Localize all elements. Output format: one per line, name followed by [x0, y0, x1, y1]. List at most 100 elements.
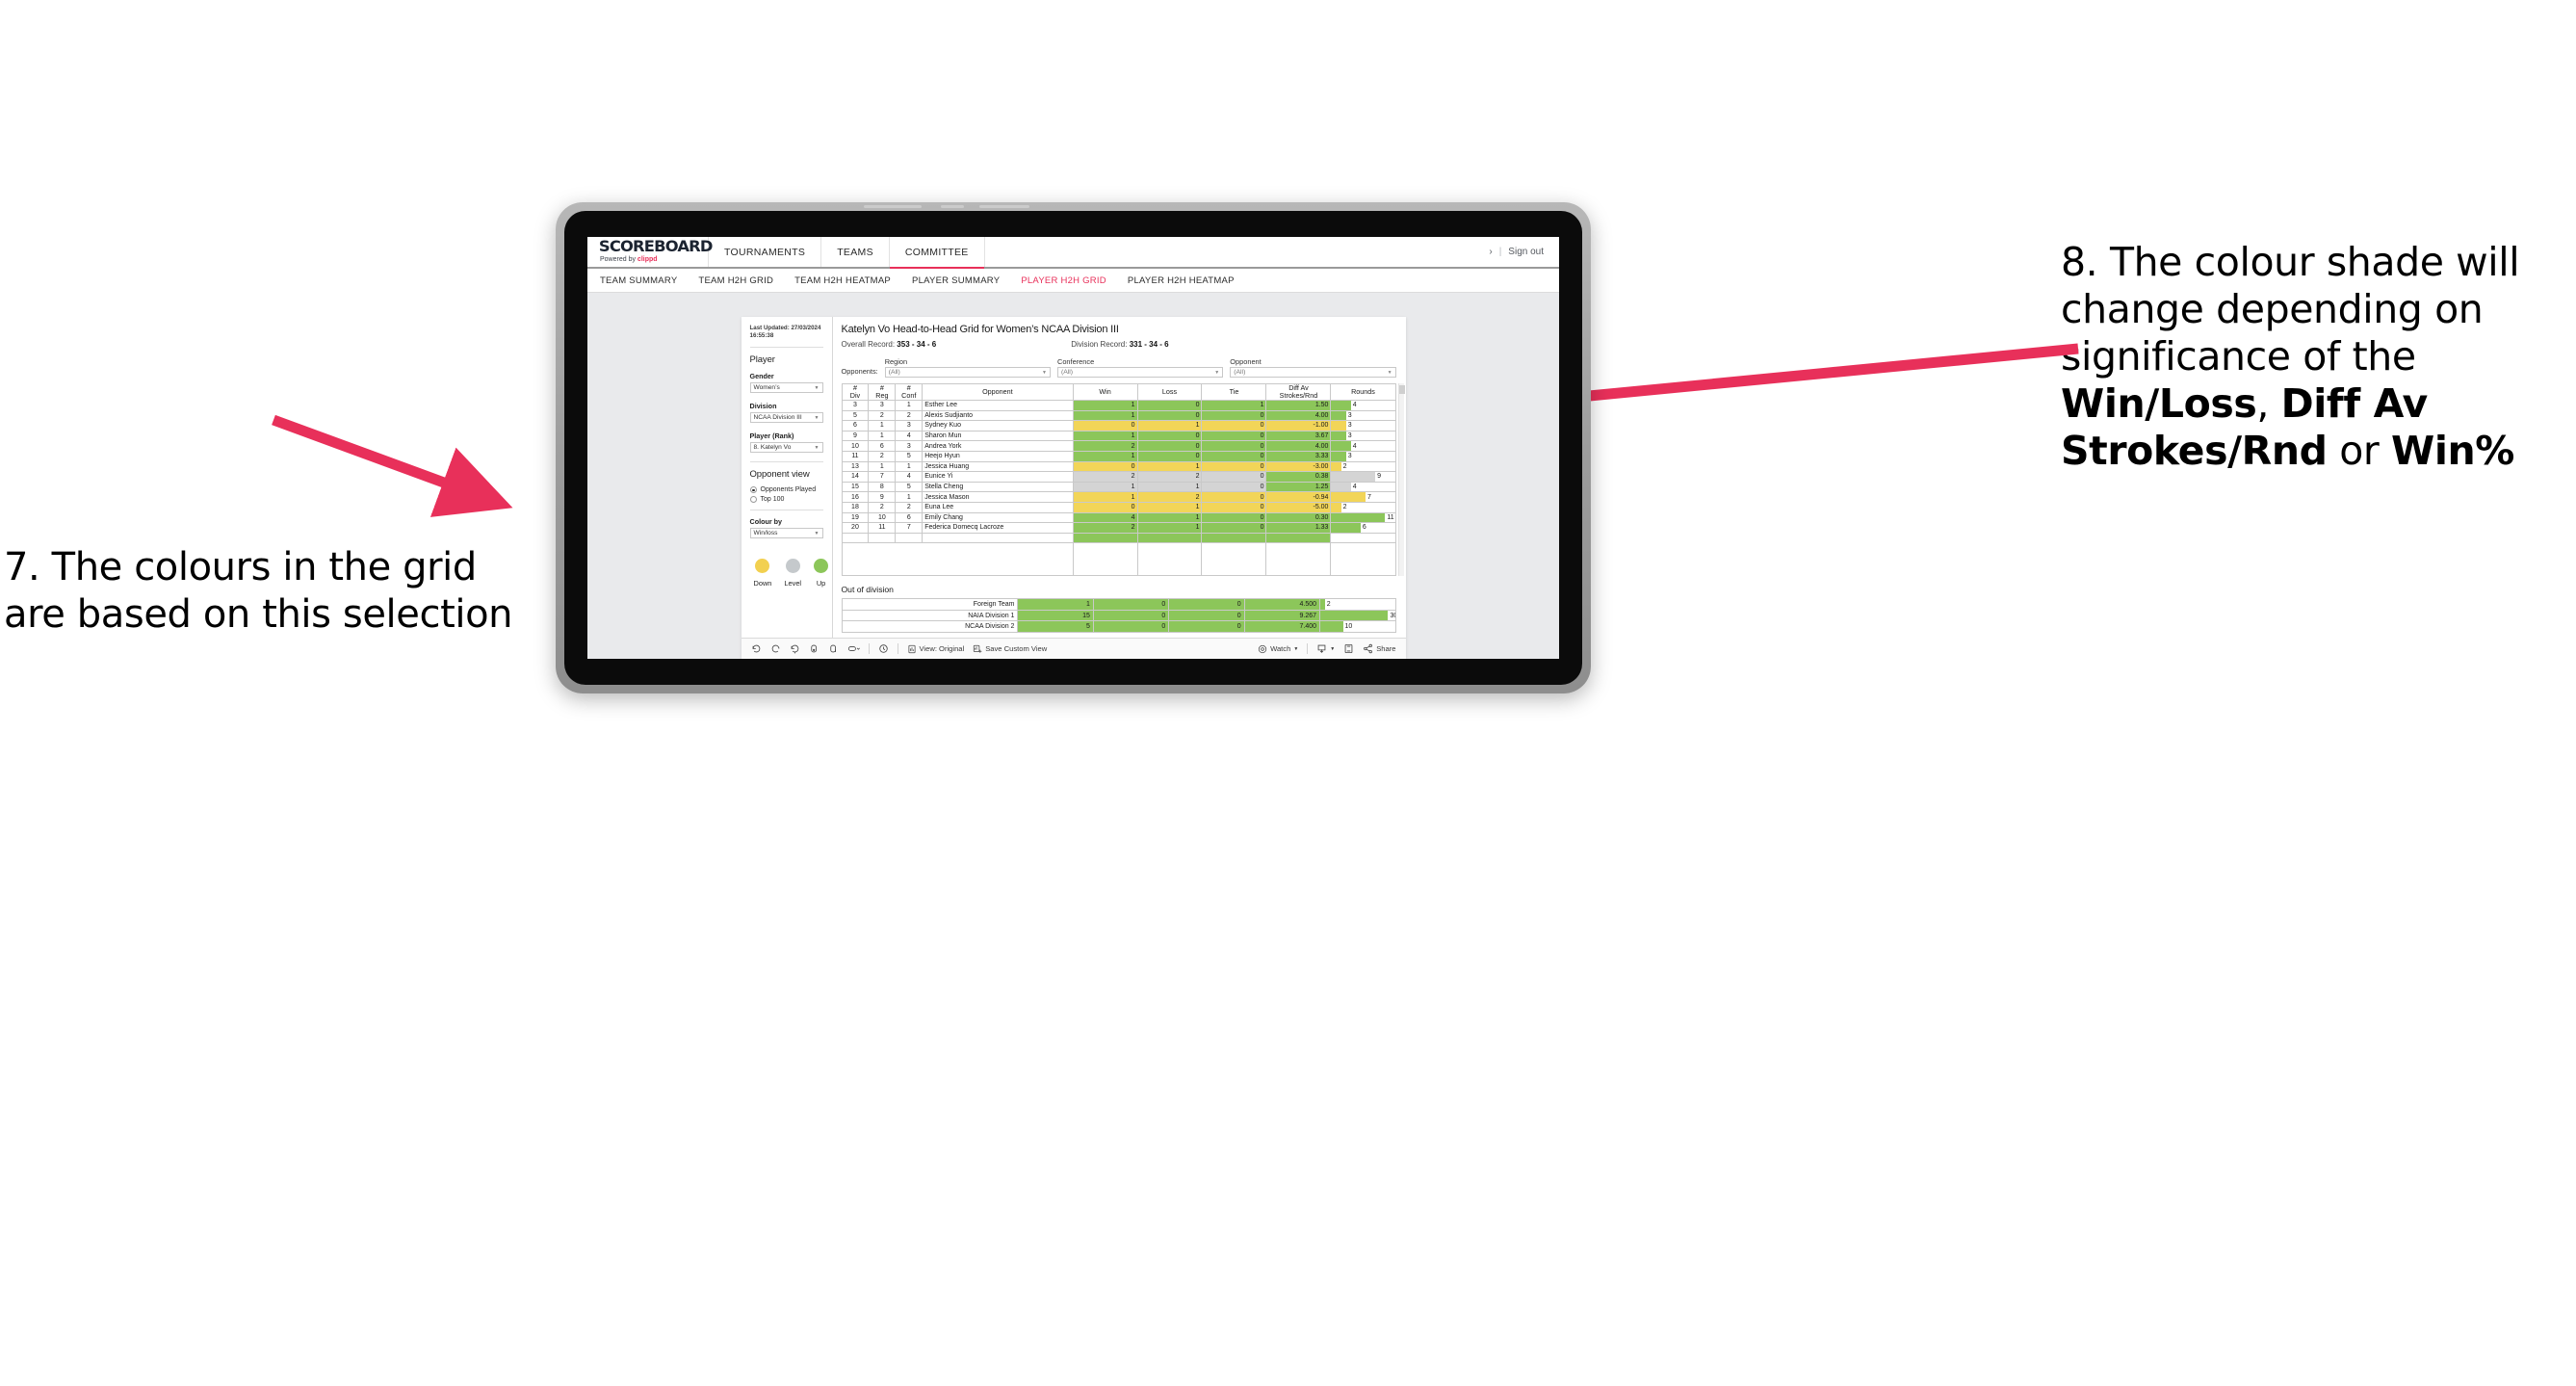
out-of-division-row[interactable]: NAIA Division 115009.26730 [841, 609, 1396, 622]
app-header: SCOREBOARD Powered by clippd TOURNAMENTS… [587, 237, 1559, 269]
rounds-bar [1331, 411, 1346, 420]
rounds-bar [1331, 421, 1346, 431]
ood-cell-rounds: 10 [1319, 620, 1396, 633]
cell-div: 14 [841, 471, 870, 483]
col-div[interactable]: # Div [841, 383, 870, 401]
table-row[interactable]: 5 2 2 Alexis Sudjianto 1 0 0 4.00 3 [841, 409, 1396, 422]
table-row[interactable]: 3 3 1 Esther Lee 1 0 1 1.50 4 [841, 400, 1396, 411]
cell-rounds [1330, 532, 1396, 544]
radio-top-100-label: Top 100 [760, 496, 785, 503]
division-select[interactable]: NCAA Division III ▼ [749, 412, 823, 423]
subnav-item-team-summary[interactable]: TEAM SUMMARY [600, 275, 677, 286]
filter-conference-select[interactable]: (All) ▼ [1056, 367, 1224, 378]
empty-win [1072, 542, 1138, 577]
download-button[interactable]: ▼ [1316, 643, 1335, 654]
out-of-division-row[interactable]: Foreign Team 1 0 0 4.500 2 [841, 598, 1396, 611]
col-win[interactable]: Win [1072, 383, 1138, 401]
ood-cell-diff: 4.500 [1243, 598, 1321, 611]
cell-win: 1 [1072, 481, 1138, 493]
table-row[interactable]: 16 9 1 Jessica Mason 1 2 0 -0.94 7 [841, 491, 1396, 503]
cell-conf: 7 [895, 522, 924, 534]
cell-diff-av-strokes: 0.38 [1265, 471, 1332, 483]
filter-opponent-select[interactable]: (All) ▼ [1230, 367, 1396, 378]
refresh-icon[interactable] [809, 643, 820, 654]
cell-div: 11 [841, 450, 870, 462]
redo-icon[interactable] [770, 643, 781, 654]
topnav-item-teams[interactable]: TEAMS [821, 237, 890, 267]
col-rounds[interactable]: Rounds [1330, 383, 1396, 401]
cell-win: 1 [1072, 450, 1138, 462]
cell-rounds: 4 [1330, 440, 1396, 452]
fullscreen-icon[interactable] [1343, 643, 1354, 654]
toolbar-sep-3 [1307, 643, 1309, 654]
radio-opponents-played[interactable]: Opponents Played [749, 486, 823, 493]
annotation-8-prefix: 8. The colour shade will change dependin… [2061, 239, 2520, 379]
rounds-value: 2 [1342, 462, 1347, 470]
cell-div: 18 [841, 501, 870, 513]
colour-by-select[interactable]: Win/loss ▼ [749, 528, 823, 538]
subnav-item-player-h2h-heatmap[interactable]: PLAYER H2H HEATMAP [1128, 275, 1235, 286]
table-row[interactable]: 13 1 1 Jessica Huang 0 1 0 -3.00 2 [841, 460, 1396, 473]
radio-icon-selected [749, 486, 757, 493]
filter-region-select[interactable]: (All) ▼ [884, 367, 1051, 378]
table-row[interactable]: 20 11 7 Federica Domecq Lacroze 2 1 0 1.33 6 [841, 522, 1396, 534]
records-row: Overall Record: 353 - 34 - 6 Division Re… [842, 340, 1396, 349]
alerts-icon[interactable] [878, 643, 889, 654]
ood-cell-tie: 0 [1168, 620, 1245, 633]
table-row[interactable]: 10 6 3 Andrea York 2 0 0 4.00 4 [841, 440, 1396, 452]
col-reg[interactable]: # Reg [868, 383, 897, 401]
cell-win: 1 [1072, 491, 1138, 503]
share-button[interactable]: Share [1363, 643, 1396, 654]
grid-vertical-scrollbar[interactable] [1397, 383, 1405, 577]
chevron-down-icon: ▼ [1387, 369, 1392, 376]
rounds-bar [1331, 483, 1351, 491]
pause-icon[interactable] [828, 643, 839, 654]
table-row[interactable]: 19 10 6 Emily Chang 4 1 0 0.30 11 [841, 511, 1396, 524]
brand-logo[interactable]: SCOREBOARD Powered by clippd [587, 237, 713, 267]
cell-reg: 9 [868, 491, 897, 503]
out-of-division-row[interactable]: NCAA Division 2 5 0 0 7.400 10 [841, 620, 1396, 633]
undo-icon[interactable] [751, 643, 762, 654]
table-row[interactable]: 11 2 5 Heejo Hyun 1 0 0 3.33 3 [841, 450, 1396, 462]
highlight-icon[interactable] [847, 643, 860, 654]
cell-div: 20 [841, 522, 870, 534]
revert-icon[interactable] [790, 643, 800, 654]
player-rank-select[interactable]: 8. Katelyn Vo ▼ [749, 442, 823, 453]
subnav-item-player-summary[interactable]: PLAYER SUMMARY [912, 275, 1000, 286]
table-row[interactable]: 6 1 3 Sydney Kuo 0 1 0 -1.00 3 [841, 420, 1396, 431]
watch-button[interactable]: Watch ▼ [1258, 644, 1298, 654]
rounds-bar [1331, 401, 1351, 410]
filter-conference-label: Conference [1056, 357, 1095, 366]
col-tie[interactable]: Tie [1201, 383, 1267, 401]
col-conf[interactable]: # Conf [895, 383, 924, 401]
cell-div [841, 532, 870, 544]
legend-swatch-up [814, 559, 829, 573]
view-original-button[interactable]: View: Original [907, 644, 964, 654]
table-row[interactable]: 18 2 2 Euna Lee 0 1 0 -5.00 2 [841, 501, 1396, 513]
screenshot-canvas: 7. The colours in the grid are based on … [0, 0, 2576, 1386]
save-custom-view-button[interactable]: Save Custom View [973, 644, 1047, 654]
subnav-item-team-h2h-heatmap[interactable]: TEAM H2H HEATMAP [794, 275, 891, 286]
col-opponent[interactable]: Opponent [922, 383, 1074, 401]
subnav-item-player-h2h-grid[interactable]: PLAYER H2H GRID [1021, 275, 1106, 286]
ood-cell-name: NCAA Division 2 [841, 620, 1019, 633]
legend-label-up: Up [816, 579, 826, 588]
table-row[interactable]: 15 8 5 Stella Cheng 1 1 0 1.25 4 [841, 481, 1396, 493]
sign-out-link[interactable]: Sign out [1508, 247, 1544, 257]
col-loss[interactable]: Loss [1136, 383, 1203, 401]
grid-scrollbar-thumb[interactable] [1398, 385, 1405, 394]
radio-top-100[interactable]: Top 100 [749, 496, 823, 503]
table-row[interactable]: 14 7 4 Eunice Yi 2 2 0 0.38 9 [841, 471, 1396, 483]
cell-loss: 2 [1136, 491, 1203, 503]
filter-panel: Last Updated: 27/03/2024 16:55:38 Player… [741, 317, 833, 638]
topnav-item-committee[interactable]: COMMITTEE [889, 237, 985, 269]
subnav-item-team-h2h-grid[interactable]: TEAM H2H GRID [698, 275, 773, 286]
gender-select[interactable]: Women’s ▼ [749, 382, 823, 393]
col-diff-av-strokes[interactable]: Diff Av Strokes/Rnd [1265, 383, 1332, 401]
chevron-right-icon[interactable]: › [1489, 247, 1492, 257]
cell-conf [895, 532, 924, 544]
table-row[interactable]: 9 1 4 Sharon Mun 1 0 0 3.67 3 [841, 430, 1396, 442]
topnav-item-tournaments[interactable]: TOURNAMENTS [709, 237, 822, 267]
colour-legend: Down Level Up [750, 547, 829, 588]
cell-opponent: Heejo Hyun [922, 450, 1074, 462]
